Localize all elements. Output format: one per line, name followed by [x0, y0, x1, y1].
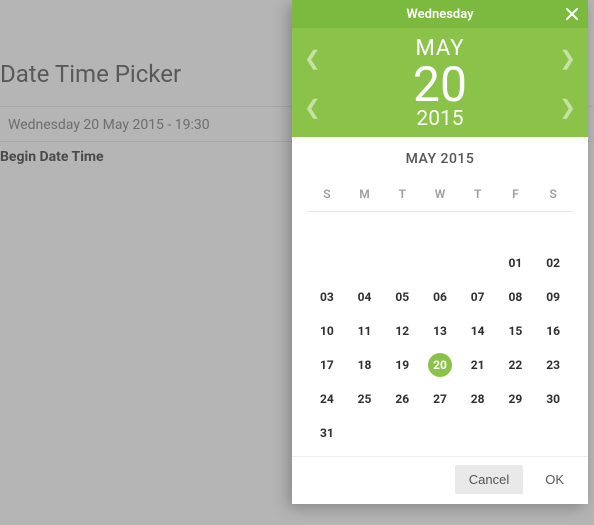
calendar-row: 03040506070809: [308, 280, 572, 314]
calendar-cell[interactable]: 30: [534, 382, 572, 416]
selected-day[interactable]: 20: [292, 61, 588, 109]
cancel-button[interactable]: Cancel: [455, 465, 523, 494]
calendar-cell[interactable]: 14: [459, 314, 497, 348]
calendar-cell-empty: [459, 246, 497, 280]
calendar-cell[interactable]: 25: [346, 382, 384, 416]
calendar-row: 24252627282930: [308, 382, 572, 416]
calendar-cell[interactable]: 28: [459, 382, 497, 416]
selected-year[interactable]: 2015: [292, 107, 588, 131]
calendar-cell[interactable]: 15: [497, 314, 535, 348]
calendar-title: MAY 2015: [308, 151, 572, 167]
calendar-row: 10111213141516: [308, 314, 572, 348]
calendar-cell[interactable]: 16: [534, 314, 572, 348]
dow-header: W: [421, 181, 459, 212]
calendar-cell-empty: [421, 416, 459, 450]
calendar-cell[interactable]: 09: [534, 280, 572, 314]
calendar-divider: [308, 212, 572, 246]
prev-month-icon[interactable]: ❮: [304, 46, 321, 70]
selected-day-pill: 20: [428, 353, 452, 377]
calendar-cell-empty: [421, 246, 459, 280]
ok-button[interactable]: OK: [531, 465, 578, 494]
calendar-cell[interactable]: 19: [383, 348, 421, 382]
calendar-cell[interactable]: 18: [346, 348, 384, 382]
calendar: MAY 2015 SMTWTFS 01020304050607080910111…: [292, 137, 588, 456]
calendar-cell[interactable]: 08: [497, 280, 535, 314]
datetime-picker: Wednesday ❮ ❮ MAY 20 2015 ❯ ❯ MAY 2015 S…: [292, 0, 588, 504]
next-month-icon[interactable]: ❯: [559, 46, 576, 70]
calendar-cell-empty: [308, 246, 346, 280]
calendar-cell[interactable]: 13: [421, 314, 459, 348]
next-year-icon[interactable]: ❯: [559, 95, 576, 119]
calendar-cell[interactable]: 12: [383, 314, 421, 348]
nav-right: ❯ ❯: [552, 28, 586, 137]
calendar-cell[interactable]: 04: [346, 280, 384, 314]
calendar-cell-empty: [459, 416, 497, 450]
calendar-cell[interactable]: 29: [497, 382, 535, 416]
dow-header: M: [346, 181, 384, 212]
picker-header-weekday-bar: Wednesday: [292, 0, 588, 28]
calendar-cell[interactable]: 17: [308, 348, 346, 382]
calendar-cell-empty: [346, 246, 384, 280]
calendar-cell[interactable]: 03: [308, 280, 346, 314]
selected-weekday: Wednesday: [406, 7, 473, 22]
calendar-cell-empty: [497, 416, 535, 450]
calendar-cell[interactable]: 26: [383, 382, 421, 416]
dow-header: T: [383, 181, 421, 212]
close-icon[interactable]: [564, 6, 580, 22]
calendar-cell-empty: [346, 416, 384, 450]
dow-header: S: [308, 181, 346, 212]
calendar-cell[interactable]: 22: [497, 348, 535, 382]
calendar-cell[interactable]: 02: [534, 246, 572, 280]
calendar-cell[interactable]: 23: [534, 348, 572, 382]
calendar-cell-empty: [383, 416, 421, 450]
calendar-cell[interactable]: 27: [421, 382, 459, 416]
calendar-cell[interactable]: 07: [459, 280, 497, 314]
calendar-cell[interactable]: 06: [421, 280, 459, 314]
calendar-cell[interactable]: 10: [308, 314, 346, 348]
dow-header: F: [497, 181, 535, 212]
picker-footer: Cancel OK: [292, 456, 588, 504]
calendar-cell-selected[interactable]: 20: [421, 348, 459, 382]
calendar-cell-empty: [383, 246, 421, 280]
calendar-cell[interactable]: 01: [497, 246, 535, 280]
calendar-grid: SMTWTFS 01020304050607080910111213141516…: [308, 181, 572, 450]
calendar-cell[interactable]: 31: [308, 416, 346, 450]
calendar-cell[interactable]: 24: [308, 382, 346, 416]
dow-header: S: [534, 181, 572, 212]
calendar-row: 0102: [308, 246, 572, 280]
calendar-row: 171819 20 212223: [308, 348, 572, 382]
dow-header: T: [459, 181, 497, 212]
calendar-cell[interactable]: 11: [346, 314, 384, 348]
calendar-row: 31: [308, 416, 572, 450]
calendar-cell[interactable]: 05: [383, 280, 421, 314]
calendar-cell-empty: [534, 416, 572, 450]
picker-header-date: ❮ ❮ MAY 20 2015 ❯ ❯: [292, 28, 588, 137]
calendar-cell[interactable]: 21: [459, 348, 497, 382]
